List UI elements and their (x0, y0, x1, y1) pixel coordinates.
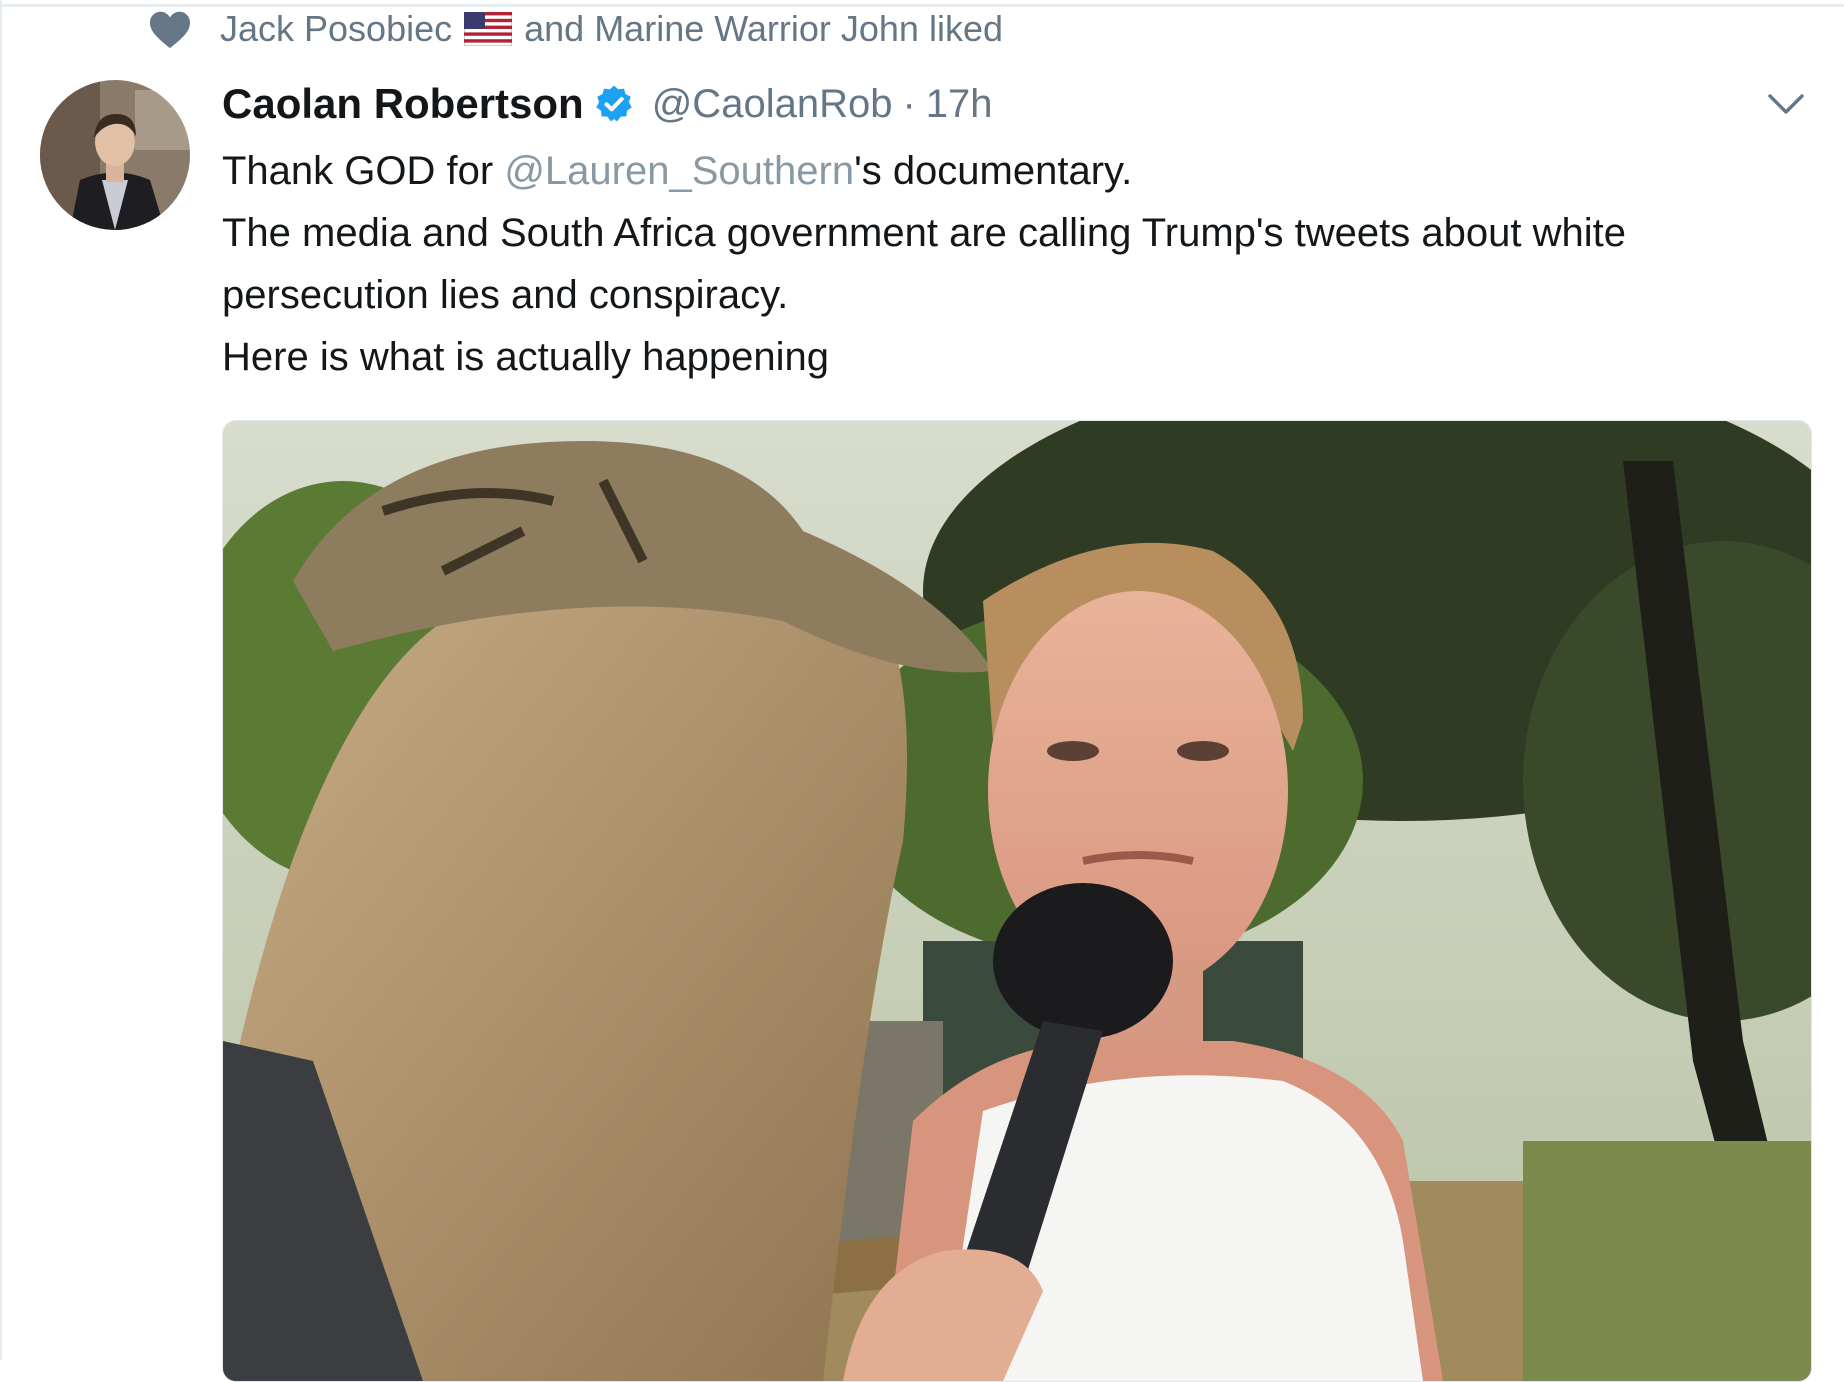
chevron-down-icon[interactable] (1766, 88, 1806, 120)
tweet-timestamp[interactable]: 17h (926, 82, 993, 127)
liker-name[interactable]: Jack Posobiec (220, 8, 452, 50)
tweet-line-2: The media and South Africa government ar… (222, 211, 1626, 317)
liked-context-text: and Marine Warrior John liked (524, 8, 1003, 49)
us-flag-icon (464, 12, 513, 46)
tweet-line-1-after: 's documentary. (854, 149, 1133, 193)
author-avatar[interactable] (40, 80, 190, 230)
tweet-line-1: Thank GOD for @Lauren_Southern's documen… (222, 140, 1822, 202)
verified-badge-icon (596, 85, 632, 122)
header-separator: · (902, 81, 916, 126)
social-context: Jack Posobiec and Marine Warrior John li… (148, 6, 1003, 52)
tweet-line-3: Here is what is actually happening (222, 335, 830, 379)
left-divider (0, 0, 2, 1360)
tweet-header: Caolan Robertson @CaolanRob · 17h (222, 76, 993, 132)
tweet-video-thumbnail[interactable] (222, 420, 1812, 1382)
tweet-line-1-before: Thank GOD for (222, 149, 505, 193)
tweet-text: Thank GOD for @Lauren_Southern's documen… (222, 140, 1822, 388)
author-handle[interactable]: @CaolanRob (652, 82, 893, 127)
author-name[interactable]: Caolan Robertson (222, 80, 584, 128)
mention-link[interactable]: @Lauren_Southern (504, 149, 854, 193)
heart-icon (150, 11, 190, 49)
